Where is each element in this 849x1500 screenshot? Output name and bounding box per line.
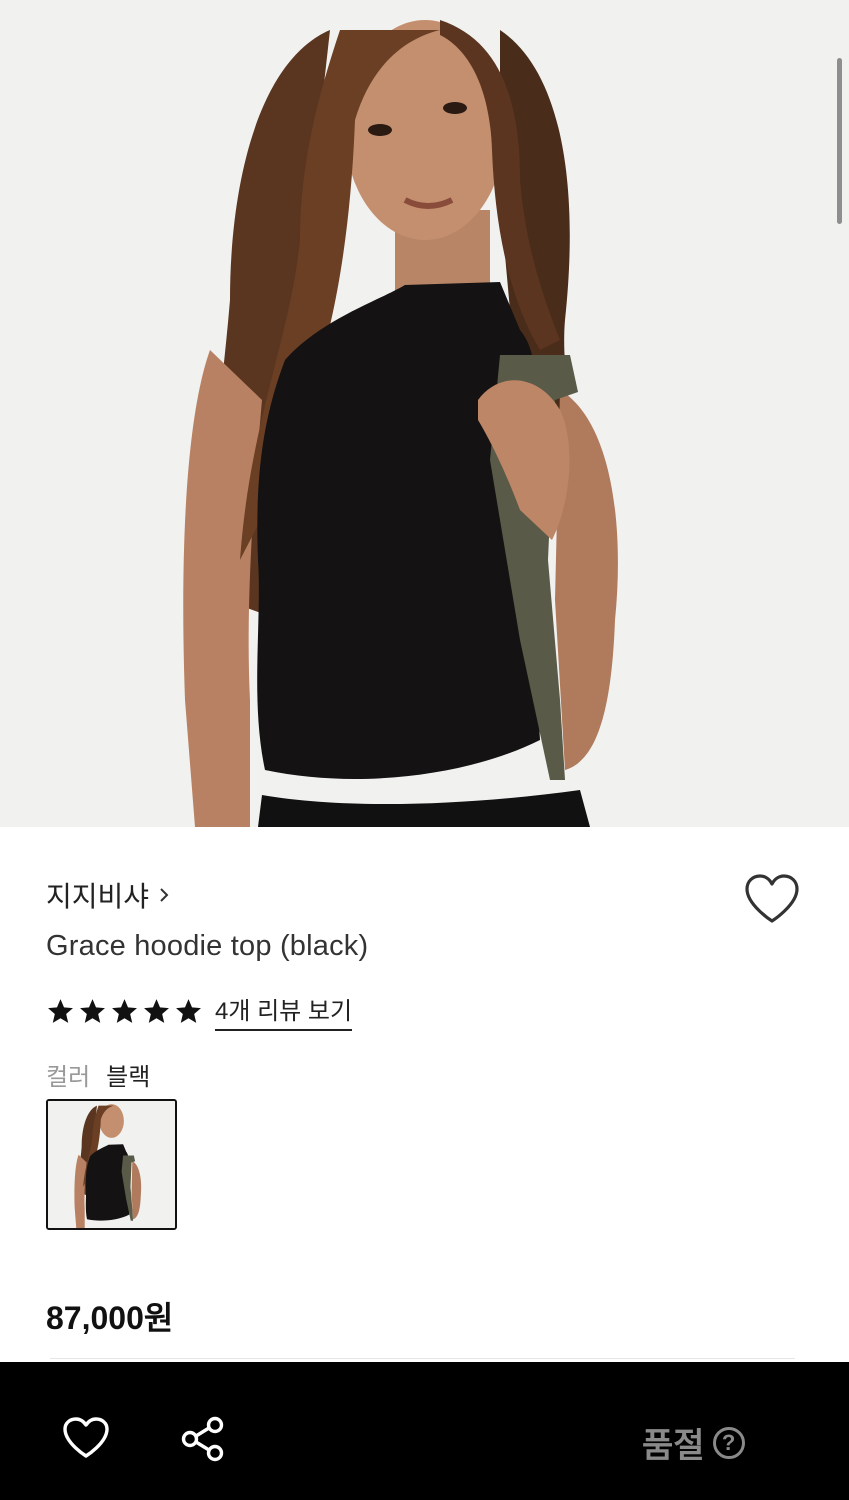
product-page: 지지비샤 Grace hoodie top (black) 4개 리뷰 보기 컬… — [0, 0, 849, 1500]
bottom-action-bar: 품절 ? — [0, 1362, 849, 1500]
chevron-right-icon — [160, 888, 169, 902]
color-label: 컬러 — [46, 1064, 91, 1091]
brand-link[interactable]: 지지비샤 — [46, 875, 169, 915]
star-icon — [112, 998, 137, 1023]
product-main-image[interactable] — [0, 0, 849, 827]
product-title: Grace hoodie top (black) — [46, 930, 369, 962]
rating-row: 4개 리뷰 보기 — [46, 991, 353, 1031]
soldout-label: 품절 — [642, 1427, 705, 1465]
star-icon — [176, 998, 201, 1023]
wishlist-heart-icon[interactable] — [743, 873, 801, 925]
model-photo — [0, 0, 849, 827]
star-icon — [48, 998, 73, 1023]
heart-icon[interactable] — [62, 1416, 110, 1460]
review-link[interactable]: 4개 리뷰 보기 — [215, 991, 353, 1031]
color-swatch-black[interactable] — [46, 1099, 177, 1230]
star-icon — [80, 998, 105, 1023]
soldout-status: 품절 ? — [642, 1418, 745, 1467]
scroll-indicator[interactable] — [837, 58, 842, 224]
star-icon — [144, 998, 169, 1023]
share-icon[interactable] — [180, 1416, 226, 1462]
swatch-thumbnail — [48, 1101, 175, 1228]
question-circle-icon[interactable]: ? — [712, 1426, 745, 1459]
rating-stars — [46, 997, 203, 1026]
product-info: 지지비샤 Grace hoodie top (black) 4개 리뷰 보기 컬… — [0, 827, 849, 1362]
color-row: 컬러 블랙 — [46, 1057, 150, 1092]
divider — [50, 1358, 795, 1359]
color-value: 블랙 — [106, 1064, 151, 1091]
brand-name: 지지비샤 — [46, 881, 150, 912]
product-price: 87,000원 — [46, 1300, 174, 1336]
